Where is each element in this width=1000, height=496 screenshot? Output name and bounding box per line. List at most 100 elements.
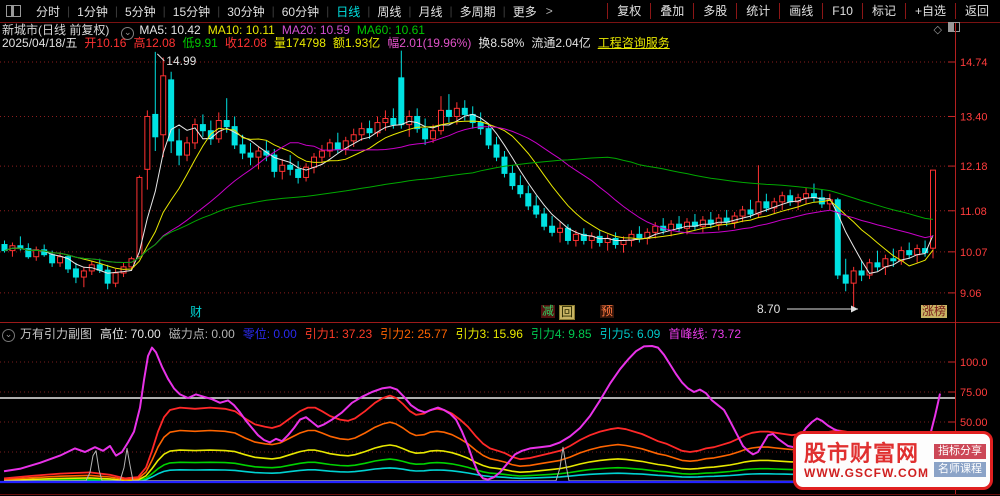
candle-body[interactable]	[160, 75, 167, 136]
candle-body[interactable]	[787, 195, 794, 203]
candle-body[interactable]	[652, 225, 659, 233]
menu-item-更多[interactable]: 更多	[506, 3, 544, 20]
action-叠加[interactable]: 叠加	[650, 3, 693, 19]
candle-body[interactable]	[763, 201, 770, 209]
candle-body[interactable]	[152, 113, 159, 138]
candle-body[interactable]	[779, 195, 786, 203]
menu-item-分时[interactable]: 分时	[29, 3, 67, 20]
candle-body[interactable]	[914, 248, 921, 256]
menu-item-5分钟[interactable]: 5分钟	[118, 3, 163, 20]
action-画线[interactable]: 画线	[779, 3, 822, 19]
candle-body[interactable]	[636, 233, 643, 239]
action-复权[interactable]: 复权	[607, 3, 650, 19]
candle-body[interactable]	[517, 185, 524, 195]
event-marker-yu[interactable]: 预	[600, 305, 615, 318]
candle-body[interactable]	[525, 193, 532, 207]
candle-body[interactable]	[287, 164, 294, 170]
candle-body[interactable]	[390, 118, 397, 126]
action-标记[interactable]: 标记	[861, 3, 905, 19]
action-统计[interactable]: 统计	[736, 3, 779, 19]
menu-item-1分钟[interactable]: 1分钟	[70, 3, 115, 20]
candle-body[interactable]	[850, 270, 857, 284]
diamond-icon[interactable]: ◇	[934, 24, 942, 36]
candle-body[interactable]	[239, 144, 246, 154]
action-F10[interactable]: F10	[822, 3, 862, 19]
candle-body[interactable]	[683, 221, 690, 229]
candle-body[interactable]	[731, 215, 738, 223]
candle-body[interactable]	[279, 164, 286, 172]
menu-item-日线[interactable]: 日线	[329, 3, 367, 20]
candle-body[interactable]	[739, 209, 746, 217]
main-price-chart[interactable]: 14.74 13.40 12.18 11.08 10.07 9.06 14.99 8.70	[0, 50, 1000, 323]
candle-body[interactable]	[398, 77, 405, 126]
candle-body[interactable]	[318, 150, 325, 158]
event-marker-cai[interactable]: 财	[190, 306, 202, 319]
event-marker-jian[interactable]: 减	[541, 305, 556, 318]
quote-field[interactable]: 工程咨询服务	[598, 36, 670, 50]
candle-body[interactable]	[445, 109, 452, 117]
more-arrow-icon[interactable]: >	[546, 4, 553, 18]
window-layout-icon[interactable]	[6, 5, 21, 17]
candle-body[interactable]	[699, 219, 706, 227]
action-返回[interactable]: 返回	[954, 3, 998, 19]
candle-body[interactable]	[461, 107, 468, 115]
candle-body[interactable]	[366, 128, 373, 134]
candle-body[interactable]	[358, 128, 365, 136]
candle-body[interactable]	[334, 142, 341, 150]
menu-item-多周期[interactable]: 多周期	[453, 3, 503, 20]
candle-body[interactable]	[191, 124, 198, 144]
candle-body[interactable]	[295, 168, 302, 178]
candle-body[interactable]	[509, 172, 516, 187]
candle-body[interactable]	[199, 124, 206, 132]
candle-body[interactable]	[747, 209, 754, 215]
event-marker-zhangbang[interactable]: 涨榜	[921, 305, 948, 318]
candle-body[interactable]	[422, 128, 429, 140]
candle-body[interactable]	[493, 144, 500, 158]
menu-item-60分钟[interactable]: 60分钟	[275, 3, 326, 20]
candle-body[interactable]	[382, 118, 389, 124]
action-+自选[interactable]: +自选	[904, 3, 955, 19]
candle-body[interactable]	[890, 258, 897, 262]
candle-body[interactable]	[144, 115, 151, 170]
candle-body[interactable]	[533, 205, 540, 215]
candle-body[interactable]	[430, 130, 437, 140]
candle-body[interactable]	[184, 142, 191, 156]
candle-body[interactable]	[858, 270, 865, 276]
candle-body[interactable]	[572, 233, 579, 241]
candle-body[interactable]	[80, 270, 87, 278]
menu-item-15分钟[interactable]: 15分钟	[166, 3, 217, 20]
candle-body[interactable]	[541, 213, 548, 227]
candle-body[interactable]	[247, 152, 254, 158]
candle-body[interactable]	[485, 128, 492, 146]
event-marker-hui[interactable]: 回	[559, 305, 576, 320]
candle-body[interactable]	[406, 115, 413, 126]
chevron-down-icon[interactable]: ⌄	[2, 329, 15, 342]
candle-body[interactable]	[112, 272, 119, 284]
candle-body[interactable]	[874, 262, 881, 268]
candle-body[interactable]	[303, 166, 310, 178]
menu-item-月线[interactable]: 月线	[412, 3, 450, 20]
candle-body[interactable]	[453, 107, 460, 117]
candle-body[interactable]	[842, 274, 849, 284]
candle-body[interactable]	[255, 150, 262, 158]
candle-body[interactable]	[564, 227, 571, 241]
candle-body[interactable]	[549, 225, 556, 233]
candle-body[interactable]	[557, 227, 564, 233]
candle-body[interactable]	[882, 258, 889, 268]
candle-body[interactable]	[596, 235, 603, 243]
candle-body[interactable]	[168, 79, 175, 142]
candle-body[interactable]	[501, 156, 508, 174]
menu-item-周线[interactable]: 周线	[370, 3, 408, 20]
action-多股[interactable]: 多股	[693, 3, 736, 19]
candle-body[interactable]	[223, 120, 230, 128]
menu-item-30分钟[interactable]: 30分钟	[220, 3, 271, 20]
candle-body[interactable]	[906, 250, 913, 256]
candle-body[interactable]	[49, 254, 56, 264]
candle-body[interactable]	[620, 239, 627, 246]
candle-body[interactable]	[72, 268, 79, 278]
candle-body[interactable]	[612, 237, 619, 246]
candle-body[interactable]	[437, 109, 444, 132]
candle-body[interactable]	[803, 193, 810, 199]
candle-body[interactable]	[57, 256, 64, 264]
candle-body[interactable]	[176, 140, 183, 156]
